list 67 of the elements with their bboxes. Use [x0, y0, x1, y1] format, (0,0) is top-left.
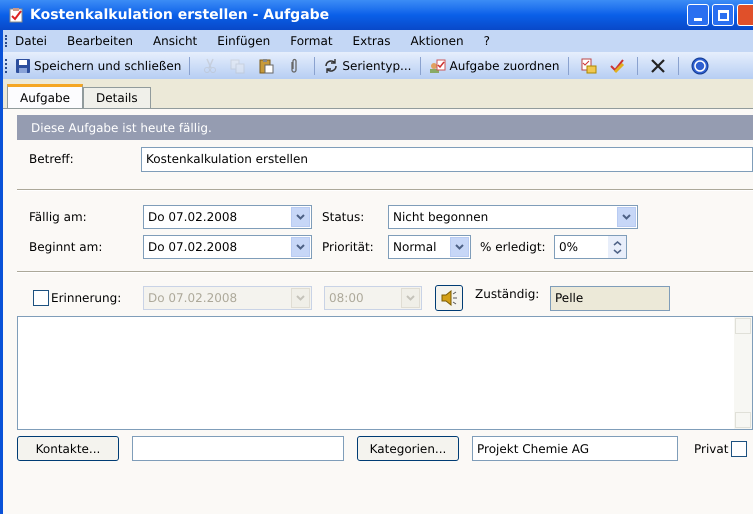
- field-label: Beginnt am:: [28, 239, 104, 256]
- field-label: Betreff:: [28, 151, 75, 168]
- menu-item[interactable]: ?: [484, 32, 490, 50]
- field-label: Zuständig:: [475, 286, 540, 303]
- field-label: Erinnerung:: [51, 290, 122, 307]
- task-envelope-icon: [580, 58, 597, 74]
- owner-field: Pelle: [550, 286, 670, 310]
- menu-item[interactable]: Ansicht: [152, 32, 198, 50]
- window-title: Kostenkalkulation erstellen - Aufgabe: [30, 6, 330, 24]
- priority-dropdown[interactable]: Normal: [388, 235, 471, 259]
- due-banner: Diese Aufgabe ist heute fällig.: [17, 115, 753, 140]
- chevron-down-icon: [296, 295, 305, 301]
- toolbar-button[interactable]: Serientyp...: [321, 56, 414, 74]
- toolbar-button[interactable]: [650, 58, 666, 74]
- menu-item[interactable]: Einfügen: [217, 32, 270, 50]
- minimize-button[interactable]: [687, 4, 709, 26]
- status-dropdown[interactable]: Nicht begonnen: [388, 205, 638, 229]
- dropdown-button[interactable]: [450, 237, 469, 257]
- field-label: Fällig am:: [28, 209, 88, 226]
- categories-button[interactable]: Kategorien...: [357, 436, 459, 461]
- date-dropdown[interactable]: Do 07.02.2008: [143, 235, 312, 259]
- check-pencil-icon: [608, 58, 625, 74]
- menu-item[interactable]: Aktionen: [410, 32, 464, 50]
- toolbar-button[interactable]: Speichern und schließen: [13, 56, 184, 74]
- date-dropdown[interactable]: Do 07.02.2008: [143, 205, 312, 229]
- chevron-down-icon: [406, 295, 415, 301]
- percent-spinner[interactable]: 0%: [554, 235, 627, 259]
- menu-item[interactable]: Format: [290, 32, 333, 50]
- spin-buttons[interactable]: [608, 236, 626, 258]
- field-label: Priorität:: [322, 239, 375, 256]
- scissors-icon: [202, 58, 218, 74]
- field-label: % erledigt:: [480, 239, 547, 256]
- menu-item[interactable]: Bearbeiten: [67, 32, 133, 50]
- tab[interactable]: Aufgabe: [7, 84, 84, 108]
- field-label: Privat: [694, 440, 728, 458]
- chevron-down-icon: [622, 214, 631, 220]
- assign-task-icon: [428, 58, 446, 74]
- delete-icon: [650, 58, 666, 74]
- field-label: Status:: [322, 209, 366, 226]
- contacts-field[interactable]: [132, 436, 344, 461]
- copy-icon: [230, 58, 246, 74]
- recurrence-icon: [323, 58, 340, 74]
- help-icon: [690, 56, 709, 74]
- speaker-icon: [440, 290, 458, 306]
- menu-item[interactable]: Datei: [15, 32, 48, 50]
- close-button[interactable]: [737, 4, 753, 26]
- toolbar-button[interactable]: [258, 58, 274, 74]
- subject-field[interactable]: Kostenkalkulation erstellen: [141, 146, 753, 172]
- chevron-down-icon: [296, 214, 305, 220]
- chevron-down-icon: [455, 244, 464, 250]
- tab[interactable]: Details: [83, 87, 151, 108]
- checkbox[interactable]: [731, 440, 748, 456]
- dropdown-button[interactable]: [291, 237, 310, 257]
- notes-area[interactable]: [17, 316, 753, 430]
- checkbox[interactable]: [33, 290, 49, 306]
- sound-button[interactable]: [435, 285, 463, 311]
- dropdown-button[interactable]: [617, 207, 636, 227]
- clipboard-icon: [258, 58, 274, 74]
- chevron-down-icon: [296, 244, 305, 250]
- toolbar-button[interactable]: [690, 56, 709, 74]
- task-icon: [8, 7, 24, 23]
- contacts-button[interactable]: Kontakte...: [17, 436, 119, 461]
- maximize-button[interactable]: [712, 4, 734, 26]
- menu-item[interactable]: Extras: [352, 32, 390, 50]
- toolbar-button[interactable]: Aufgabe zuordnen: [426, 56, 562, 74]
- dropdown-button[interactable]: [291, 207, 310, 227]
- categories-field[interactable]: Projekt Chemie AG: [472, 436, 678, 461]
